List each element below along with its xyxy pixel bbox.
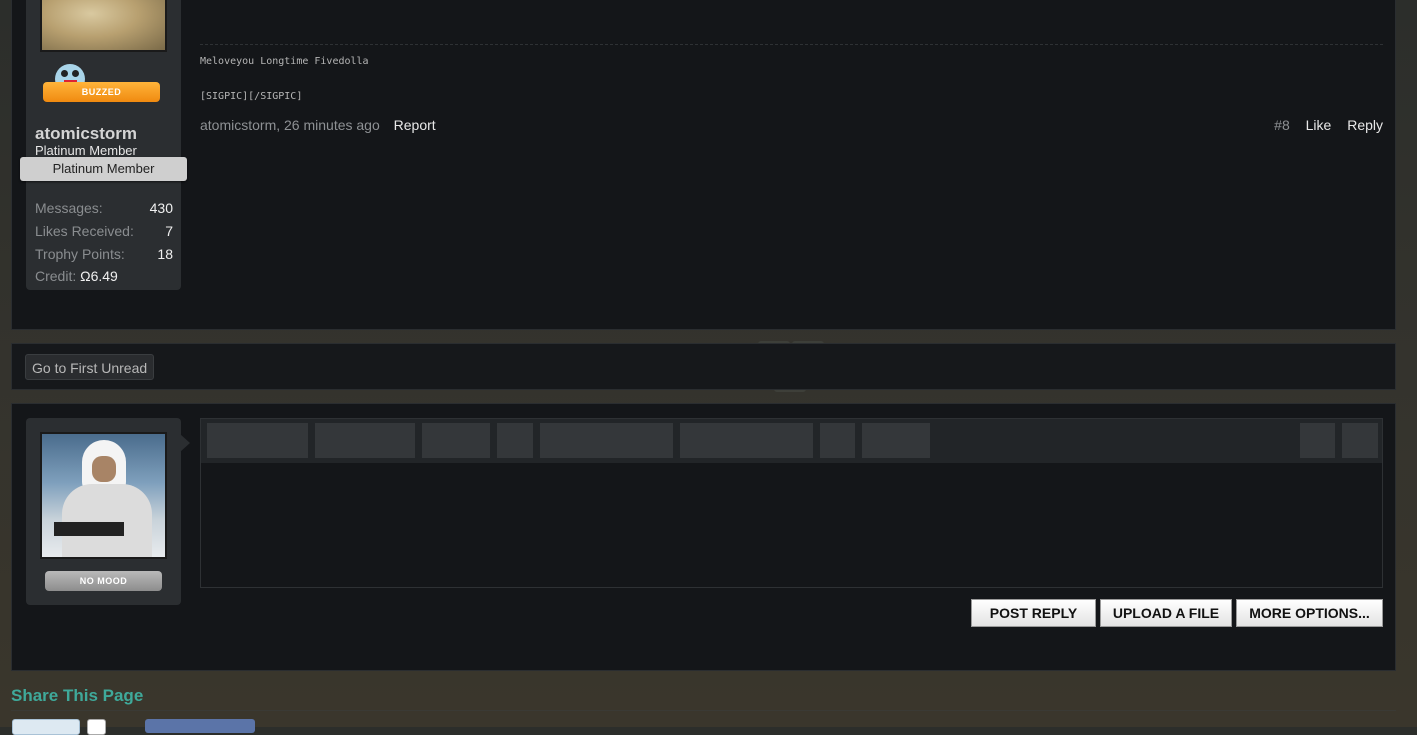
page-nav-bar: Go to First Unread	[11, 343, 1396, 390]
more-options-button[interactable]: MORE OPTIONS...	[1236, 599, 1383, 627]
stat-label: Likes Received:	[35, 223, 134, 239]
user-title: Platinum Member	[35, 143, 137, 158]
toolbar-button[interactable]	[497, 423, 533, 458]
toolbar-button[interactable]	[680, 423, 813, 458]
mood-icon: BUZZED	[43, 64, 162, 104]
toolbar-button[interactable]	[422, 423, 490, 458]
message-controls: #8 Like Reply	[1262, 117, 1383, 133]
user-arrow	[180, 434, 190, 452]
share-divider	[11, 710, 1396, 711]
message-meta: atomicstorm, 26 minutes ago Report	[200, 117, 436, 133]
avatar[interactable]	[40, 0, 167, 52]
author-date[interactable]: atomicstorm, 26 minutes ago	[200, 117, 380, 133]
user-rank-banner: Platinum Member	[20, 157, 187, 181]
stat-credit: Credit: Ω6.49	[35, 268, 173, 284]
message-user-info: BUZZED atomicstorm Platinum Member Plati…	[20, 0, 187, 290]
reply-link[interactable]: Reply	[1347, 117, 1383, 133]
tweet-count	[87, 719, 106, 735]
tweet-button[interactable]	[12, 719, 80, 735]
stat-label: Credit:	[35, 268, 77, 284]
toolbar-button[interactable]	[1342, 423, 1378, 458]
signature-divider	[200, 44, 1383, 45]
share-page-heading: Share This Page	[11, 686, 144, 705]
stat-label: Trophy Points:	[35, 246, 125, 262]
signature-sigpic: [SIGPIC][/SIGPIC]	[200, 91, 303, 102]
editor-toolbar	[201, 419, 1382, 463]
mood-badge: BUZZED	[43, 82, 160, 102]
permalink[interactable]: #8	[1274, 117, 1290, 133]
stat-value[interactable]: 430	[150, 200, 173, 216]
avatar[interactable]	[40, 432, 167, 559]
stat-value: 7	[165, 223, 173, 239]
report-link[interactable]: Report	[394, 117, 436, 133]
stat-value[interactable]: 18	[157, 246, 173, 262]
reply-editor[interactable]	[200, 418, 1383, 588]
mood-badge: NO MOOD	[45, 571, 162, 591]
toolbar-button[interactable]	[862, 423, 930, 458]
quick-reply: NO MOOD POST REPLY UPLOAD A FILE MORE OP…	[11, 403, 1396, 671]
reply-user-info: NO MOOD	[26, 418, 181, 605]
toolbar-button[interactable]	[820, 423, 855, 458]
signature-text: Meloveyou Longtime Fivedolla	[200, 56, 369, 67]
post-reply-button[interactable]: POST REPLY	[971, 599, 1096, 627]
facebook-button[interactable]	[145, 719, 255, 733]
stat-trophy: Trophy Points: 18	[35, 246, 173, 262]
username[interactable]: atomicstorm	[35, 124, 137, 144]
toolbar-button[interactable]	[315, 423, 415, 458]
toolbar-button[interactable]	[1300, 423, 1335, 458]
upload-file-button[interactable]: UPLOAD A FILE	[1100, 599, 1232, 627]
stat-likes: Likes Received: 7	[35, 223, 173, 239]
go-to-first-unread-button[interactable]: Go to First Unread	[25, 354, 155, 380]
stat-messages: Messages: 430	[35, 200, 173, 216]
toolbar-button[interactable]	[207, 423, 308, 458]
stat-label: Messages:	[35, 200, 103, 216]
message-post: BUZZED atomicstorm Platinum Member Plati…	[11, 0, 1396, 330]
like-link[interactable]: Like	[1306, 117, 1332, 133]
stat-value: Ω6.49	[80, 268, 118, 284]
toolbar-button[interactable]	[540, 423, 673, 458]
